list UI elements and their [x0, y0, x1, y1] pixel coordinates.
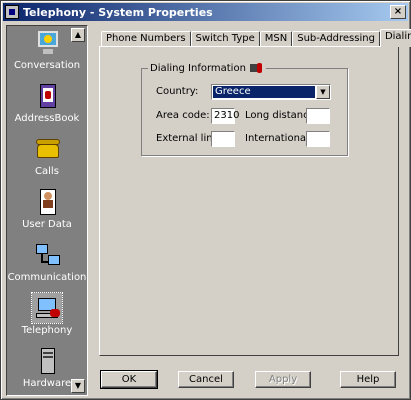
- group-title-text: Dialing Information: [150, 62, 246, 74]
- dialing-panel: Dialing Information Country: Greece ▼ Ar…: [99, 46, 399, 356]
- sidebar-item-label: Telephony: [21, 325, 73, 336]
- area-code-label: Area code:: [156, 110, 210, 121]
- area-code-field[interactable]: 2310: [211, 108, 239, 124]
- sidebar-item-calls[interactable]: Calls: [7, 132, 87, 184]
- dialing-information-group: Dialing Information Country: Greece ▼ Ar…: [141, 62, 348, 156]
- sidebar-item-label: Communication: [7, 272, 87, 283]
- international-label: International:: [245, 133, 313, 144]
- sidebar-item-label: AddressBook: [14, 113, 80, 124]
- country-value: Greece: [213, 86, 315, 98]
- international-field[interactable]: [306, 131, 330, 147]
- network-icon: [32, 240, 62, 270]
- sidebar-item-user-data[interactable]: User Data: [7, 185, 87, 237]
- ok-button[interactable]: OK: [100, 370, 158, 389]
- sidebar-item-label: Conversation: [13, 60, 81, 71]
- close-button[interactable]: ×: [390, 5, 406, 19]
- cancel-button[interactable]: Cancel: [178, 371, 234, 388]
- help-button[interactable]: Help: [340, 371, 396, 388]
- computer-phone-icon: [31, 292, 63, 324]
- properties-window: Telephony - System Properties × Conversa…: [0, 0, 411, 400]
- sidebar-item-communication[interactable]: Communication: [7, 238, 87, 290]
- app-icon[interactable]: [5, 5, 19, 19]
- category-sidebar[interactable]: Conversation AddressBook Calls User Data…: [6, 25, 88, 396]
- country-label: Country:: [156, 86, 199, 97]
- tab-phone-numbers[interactable]: Phone Numbers: [101, 31, 191, 47]
- phone-dial-icon: [249, 62, 264, 74]
- long-distance-field[interactable]: [306, 108, 330, 124]
- scroll-down-button[interactable]: ▼: [71, 379, 85, 393]
- tower-pc-icon: [32, 346, 62, 376]
- tab-switch-type[interactable]: Switch Type: [190, 31, 260, 47]
- tab-sub-addressing[interactable]: Sub-Addressing: [292, 31, 380, 47]
- user-card-icon: [32, 187, 62, 217]
- chevron-down-icon[interactable]: ▼: [316, 85, 330, 99]
- window-title: Telephony - System Properties: [23, 5, 213, 19]
- group-title: Dialing Information: [148, 62, 266, 74]
- scroll-up-button[interactable]: ▲: [71, 28, 85, 42]
- address-book-icon: [32, 81, 62, 111]
- country-select[interactable]: Greece ▼: [211, 84, 331, 100]
- tab-strip: Phone Numbers Switch Type MSN Sub-Addres…: [101, 29, 411, 47]
- tab-msn[interactable]: MSN: [259, 31, 293, 47]
- monitor-icon: [32, 28, 62, 58]
- sidebar-item-label: Calls: [35, 166, 59, 177]
- title-bar[interactable]: Telephony - System Properties ×: [3, 3, 408, 21]
- sidebar-item-addressbook[interactable]: AddressBook: [7, 79, 87, 131]
- tab-dialing[interactable]: Dialing: [379, 29, 411, 47]
- sidebar-item-label: User Data: [22, 219, 72, 230]
- apply-button[interactable]: Apply: [255, 371, 311, 388]
- sidebar-item-telephony[interactable]: Telephony: [7, 291, 87, 343]
- external-line-field[interactable]: [211, 131, 235, 147]
- telephone-icon: [32, 134, 62, 164]
